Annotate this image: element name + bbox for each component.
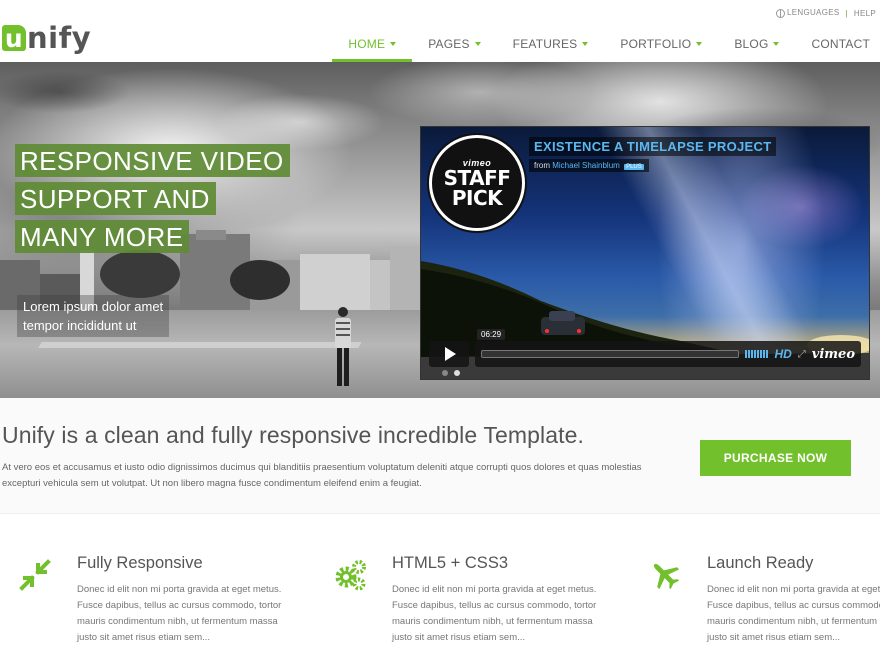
headline-line: MANY MORE xyxy=(15,220,190,253)
site-logo[interactable]: u nify xyxy=(2,21,92,55)
video-author-link[interactable]: Michael Shainblum xyxy=(552,161,620,170)
headline-line: RESPONSIVE VIDEO xyxy=(15,144,290,177)
feature-title: Fully Responsive xyxy=(77,554,203,572)
nav-item-pages[interactable]: PAGES xyxy=(412,28,496,62)
caret-down-icon xyxy=(773,42,780,46)
nav-item-features[interactable]: FEATURES xyxy=(497,28,605,62)
from-label: from xyxy=(534,161,550,170)
feature-text: Donec id elit non mi porta gravida at eg… xyxy=(392,584,597,643)
purchase-description: At vero eos et accusamus et iusto odio d… xyxy=(2,462,642,489)
hd-toggle[interactable]: HD xyxy=(774,347,791,361)
hero-subtext-line: tempor incididunt ut xyxy=(23,318,137,333)
compress-arrows-icon xyxy=(19,559,51,591)
hero-slider: RESPONSIVE VIDEO SUPPORT AND MANY MORE L… xyxy=(0,62,880,398)
nav-item-label: BLOG xyxy=(734,37,769,51)
progress-track[interactable] xyxy=(481,350,740,358)
vimeo-logo[interactable]: vimeo xyxy=(812,347,855,362)
caret-down-icon xyxy=(582,42,589,46)
badge-line: STAFF xyxy=(443,166,511,190)
badge-line: PICK xyxy=(451,186,503,210)
nav-item-blog[interactable]: BLOG xyxy=(718,28,795,62)
plane-icon xyxy=(653,563,680,590)
hero-headline: RESPONSIVE VIDEO SUPPORT AND MANY MORE xyxy=(15,144,290,258)
staff-pick-badge: vimeo STAFF PICK xyxy=(429,135,525,231)
progress-bar-container: 06:29 HD ⤢ vimeo xyxy=(475,329,861,367)
help-link[interactable]: HELP xyxy=(854,9,876,18)
plus-badge: PLUS xyxy=(624,164,644,170)
video-byline: from Michael Shainblum PLUS xyxy=(529,159,649,172)
video-player[interactable]: vimeo STAFF PICK EXISTENCE A TIMELAPSE P… xyxy=(420,126,870,380)
video-duration: 06:29 xyxy=(477,329,506,340)
slider-dots xyxy=(442,370,460,376)
purchase-now-button[interactable]: PURCHASE NOW xyxy=(700,440,851,476)
video-controls: 06:29 HD ⤢ vimeo xyxy=(429,329,861,367)
feature-title: Launch Ready xyxy=(707,554,814,572)
topbar-separator: | xyxy=(845,8,848,18)
top-utility-bar: LENGUAGES | HELP xyxy=(776,0,880,26)
video-title[interactable]: EXISTENCE A TIMELAPSE PROJECT xyxy=(529,137,777,156)
caret-down-icon xyxy=(696,42,703,46)
hero-subtext-line: Lorem ipsum dolor amet xyxy=(23,299,164,314)
nav-item-label: PORTFOLIO xyxy=(620,37,692,51)
purchase-block: Unify is a clean and fully responsive in… xyxy=(0,398,880,514)
nav-item-label: HOME xyxy=(348,37,386,51)
feature-text: Donec id elit non mi porta gravida at eg… xyxy=(77,584,282,643)
main-nav: HOME PAGES FEATURES PORTFOLIO BLOG CONTA… xyxy=(332,28,880,62)
slider-dot[interactable] xyxy=(442,370,448,376)
play-button[interactable] xyxy=(429,341,469,367)
volume-icon[interactable] xyxy=(745,350,769,358)
nav-item-label: CONTACT xyxy=(811,37,870,51)
globe-icon xyxy=(776,8,785,18)
caret-down-icon xyxy=(474,42,481,46)
feature-text: Donec id elit non mi porta gravida at eg… xyxy=(707,584,880,643)
headline-line: SUPPORT AND xyxy=(15,182,216,215)
logo-mark: u xyxy=(2,24,26,53)
nav-item-label: PAGES xyxy=(428,37,470,51)
nav-item-label: FEATURES xyxy=(512,37,578,51)
languages-label: LENGUAGES xyxy=(787,8,840,18)
nav-item-contact[interactable]: CONTACT xyxy=(795,28,880,62)
nav-item-home[interactable]: HOME xyxy=(332,28,413,62)
gears-icon xyxy=(335,560,366,591)
fullscreen-icon[interactable]: ⤢ xyxy=(798,349,806,360)
purchase-heading: Unify is a clean and fully responsive in… xyxy=(2,422,584,448)
walking-person xyxy=(335,307,351,386)
slider-dot-active[interactable] xyxy=(454,370,460,376)
nav-item-portfolio[interactable]: PORTFOLIO xyxy=(604,28,718,62)
plaza-marking xyxy=(38,342,362,348)
feature-title: HTML5 + CSS3 xyxy=(392,554,508,572)
hero-subtext: Lorem ipsum dolor amet tempor incididunt… xyxy=(17,295,170,337)
logo-text: nify xyxy=(27,21,92,55)
languages-link[interactable]: LENGUAGES xyxy=(776,8,840,18)
caret-down-icon xyxy=(390,42,397,46)
features-section: Fully Responsive Donec id elit non mi po… xyxy=(0,514,880,660)
